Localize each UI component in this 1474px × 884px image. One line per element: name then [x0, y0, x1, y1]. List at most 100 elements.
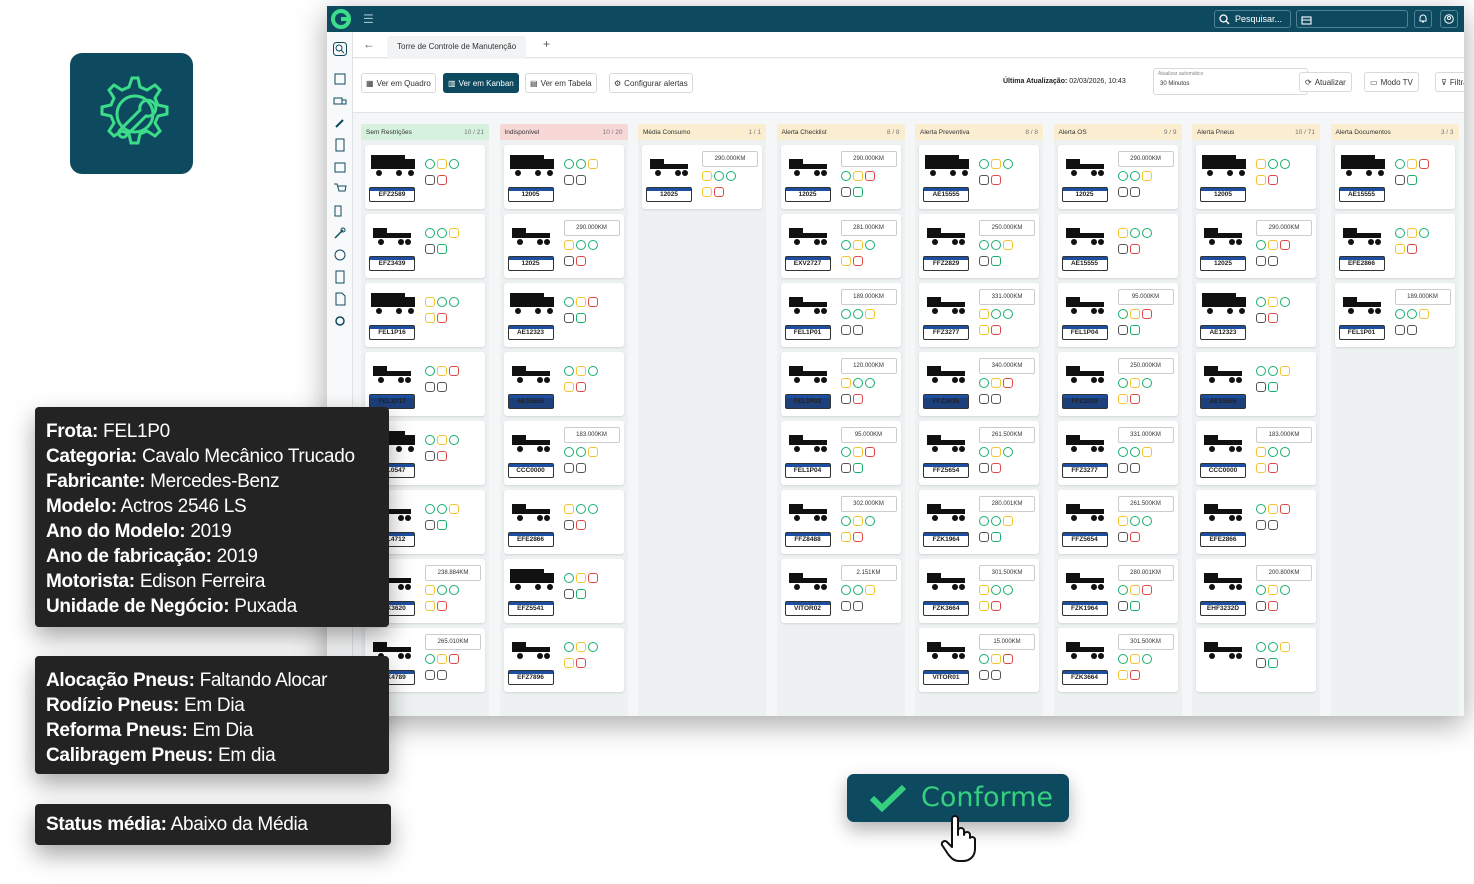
vehicle-card[interactable]: CCC0000 183.000KM	[503, 421, 624, 485]
vehicle-card[interactable]: EXV2727 281.000KM	[780, 214, 901, 278]
vehicle-card[interactable]: FEL1P16	[365, 283, 485, 347]
alocacao-label: Alocação Pneus:	[46, 670, 195, 691]
vehicle-card[interactable]: 12025 290.000KM	[1057, 145, 1178, 209]
status-icon	[991, 447, 1001, 457]
vehicle-card[interactable]: AE12323	[1196, 283, 1316, 347]
status-icons-row	[1394, 325, 1417, 335]
vehicle-card[interactable]: CCC0000 183.000KM	[1196, 421, 1316, 485]
status-icons-row	[840, 516, 875, 526]
ano-modelo-value: 2019	[190, 521, 232, 542]
sidebar-report-icon[interactable]	[333, 270, 347, 284]
status-icons-row	[1117, 463, 1140, 473]
vehicle-card[interactable]: EFZ5541	[503, 559, 624, 623]
company-selector[interactable]	[1296, 10, 1408, 28]
sidebar-cart-icon[interactable]	[333, 182, 347, 196]
vehicle-card[interactable]	[1196, 628, 1316, 692]
vehicle-card[interactable]: FFZ3277 331.000KM	[1057, 421, 1178, 485]
configure-alerts-button[interactable]: ⚙ Configurar alertas	[609, 73, 693, 93]
vehicle-card[interactable]: AE15555	[1057, 214, 1178, 278]
new-tab-button[interactable]: +	[543, 37, 550, 51]
vehicle-card[interactable]: 12025 290.000KM	[642, 145, 762, 209]
sidebar-search-icon[interactable]	[333, 42, 347, 56]
vehicle-card[interactable]: FZK3664 301.500KM	[1057, 628, 1178, 692]
vehicle-card[interactable]: FFZ2829 250.000KM	[1057, 352, 1178, 416]
view-kanban-button[interactable]: ▥ Ver em Kanban	[443, 73, 519, 93]
sidebar-fuel-icon[interactable]	[333, 204, 347, 218]
vehicle-card[interactable]: FFZ3635 340.000KM	[919, 352, 1039, 416]
vehicle-card[interactable]: 12005	[1196, 145, 1316, 209]
brand-logo-icon[interactable]	[331, 9, 351, 29]
truck-image	[925, 222, 971, 253]
vehicle-card[interactable]: FFZ3277 331.000KM	[919, 283, 1039, 347]
vehicle-card[interactable]: FZK1964 280.001KM	[919, 490, 1039, 554]
sidebar-wrench-icon[interactable]	[333, 226, 347, 240]
vehicle-card[interactable]: EFZ2589	[365, 145, 485, 209]
vehicle-card[interactable]: FZK1964 280.001KM	[1057, 559, 1178, 623]
vehicle-card[interactable]: AE12323	[503, 283, 624, 347]
vehicle-card[interactable]: EFE2866	[503, 490, 624, 554]
status-icon	[1268, 463, 1278, 473]
sidebar-settings-icon[interactable]	[333, 314, 347, 328]
vehicle-card[interactable]: EFE2866	[1334, 214, 1455, 278]
vehicle-card[interactable]: EFZ7896	[503, 628, 624, 692]
status-icon	[425, 244, 435, 254]
vehicle-card[interactable]: FEL1P01 189.000KM	[1334, 283, 1455, 347]
vehicle-card[interactable]: FFZ5654 261.500KM	[919, 421, 1039, 485]
sidebar-tire-icon[interactable]	[333, 248, 347, 262]
sidebar-truck-icon[interactable]	[333, 94, 347, 108]
back-arrow-icon[interactable]: ←	[363, 37, 375, 51]
vehicle-card[interactable]: EFZ3439	[365, 214, 485, 278]
vehicle-card[interactable]: EFE2866	[1196, 490, 1316, 554]
vehicle-card[interactable]: FFZ8488 302.000KM	[780, 490, 901, 554]
vehicle-card[interactable]: AE15555	[503, 352, 624, 416]
view-table-button[interactable]: ▤ Ver em Tabela	[525, 73, 597, 93]
status-icon	[1141, 309, 1152, 319]
vehicle-card[interactable]: VITOR01 15.000KM	[919, 628, 1039, 692]
vehicle-card[interactable]: FZK3664 301.500KM	[919, 559, 1039, 623]
truck-icon	[927, 504, 965, 521]
vehicle-card[interactable]: 12005	[503, 145, 624, 209]
vehicle-card[interactable]: EHF3232D 200.800KM	[1196, 559, 1316, 623]
profile-button[interactable]	[1440, 10, 1458, 28]
vehicle-card[interactable]: FEL1P04 95.000KM	[1057, 283, 1178, 347]
vehicle-card[interactable]: AE15555	[919, 145, 1039, 209]
vehicle-card[interactable]: 12025 290.000KM	[780, 145, 901, 209]
vehicle-card[interactable]: AE15555	[1334, 145, 1455, 209]
sidebar-calculator-icon[interactable]	[333, 138, 347, 152]
tab-maintenance-tower[interactable]: Torre de Controle de Manutenção	[387, 36, 527, 58]
vehicle-card[interactable]: FFZ5654 261.500KM	[1057, 490, 1178, 554]
filter-icon: ⊽	[1441, 77, 1447, 87]
license-plate: FFZ5654	[923, 463, 969, 478]
status-icon	[1117, 394, 1128, 404]
auto-refresh-select[interactable]: Atualizar automático 30 Minutos	[1153, 68, 1308, 95]
license-plate: EFZ5541	[507, 601, 554, 616]
license-plate: AE15555	[923, 187, 969, 202]
status-icon	[575, 256, 586, 266]
vehicle-card[interactable]: FEL1P02 120.000KM	[780, 352, 901, 416]
sidebar-tools-icon[interactable]	[333, 116, 347, 130]
refresh-button[interactable]: ⟳ Atualizar	[1299, 72, 1352, 92]
status-icon	[1117, 654, 1128, 664]
vehicle-card[interactable]: VITOR02 2.151KM	[780, 559, 901, 623]
license-plate: FEL1P02	[784, 394, 831, 409]
status-icons-row	[1256, 382, 1278, 392]
view-board-button[interactable]: ▦ Ver em Quadro	[361, 73, 436, 93]
status-icons-row	[840, 187, 863, 197]
column-header: Média Consumo 1 / 1	[638, 124, 766, 140]
truck-image	[1340, 153, 1387, 184]
vehicle-card[interactable]: 12025 290.000KM	[503, 214, 624, 278]
tv-mode-button[interactable]: ▭ Modo TV	[1364, 72, 1419, 92]
vehicle-card[interactable]: FFZ2829 250.000KM	[919, 214, 1039, 278]
status-icon	[1268, 256, 1278, 266]
vehicle-card[interactable]: 12025 290.000KM	[1196, 214, 1316, 278]
search-input[interactable]: Pesquisar...	[1214, 10, 1291, 28]
notifications-button[interactable]	[1414, 10, 1432, 28]
vehicle-card[interactable]: FEL1P04 95.000KM	[780, 421, 901, 485]
sidebar-dashboard-icon[interactable]	[333, 72, 347, 86]
menu-icon[interactable]: ☰	[363, 12, 374, 26]
sidebar-box-icon[interactable]	[333, 160, 347, 174]
filter-button[interactable]: ⊽Filtrar	[1435, 72, 1464, 92]
vehicle-card[interactable]: AE15555	[1196, 352, 1316, 416]
vehicle-card[interactable]: FEL1P01 189.000KM	[780, 283, 901, 347]
sidebar-document-icon[interactable]	[333, 292, 347, 306]
